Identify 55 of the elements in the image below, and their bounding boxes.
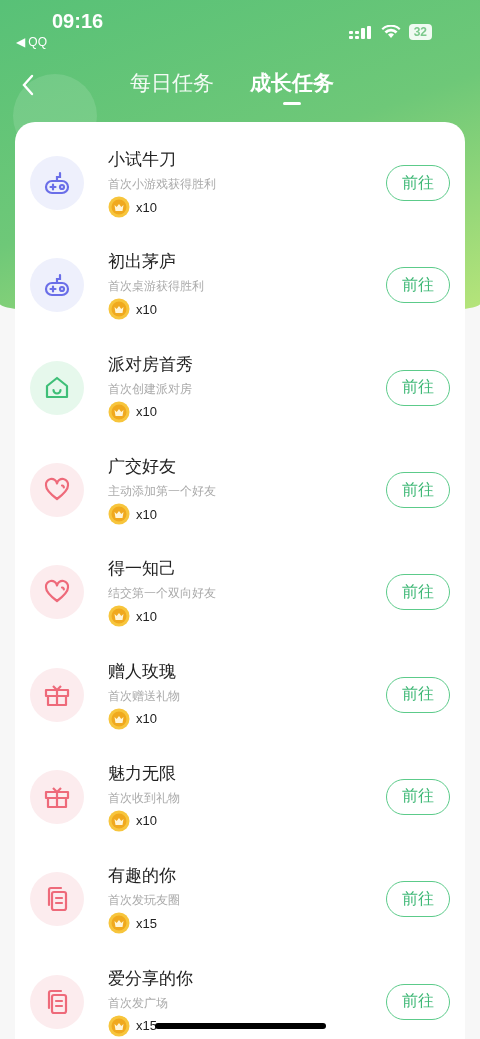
task-title: 广交好友: [108, 455, 177, 479]
task-description: 首次创建派对房: [108, 380, 193, 398]
task-title: 有趣的你: [108, 864, 177, 888]
task-description: 首次发广场: [108, 994, 169, 1012]
reward-amount: x15: [136, 915, 157, 931]
back-to-app-link[interactable]: ◀ QQ: [16, 35, 104, 49]
task-description: 首次小游戏获得胜利: [108, 176, 217, 194]
go-button[interactable]: 前往: [386, 369, 450, 406]
go-button[interactable]: 前往: [386, 472, 450, 509]
wifi-icon: [380, 25, 401, 39]
go-button[interactable]: 前往: [386, 165, 450, 202]
task-title: 爱分享的你: [108, 966, 194, 990]
reward-amount: x10: [136, 711, 157, 727]
back-button[interactable]: [20, 74, 36, 98]
task-title: 派对房首秀: [108, 352, 194, 376]
task-title: 初出茅庐: [108, 250, 177, 274]
coin-icon: [108, 298, 130, 321]
task-title: 小试牛刀: [108, 148, 177, 172]
coin-icon: [108, 400, 130, 423]
coin-icon: [108, 1014, 130, 1037]
status-time: 09:16: [52, 10, 104, 33]
task-description: 首次桌游获得胜利: [108, 278, 205, 296]
signal-icon: [348, 25, 373, 39]
go-button[interactable]: 前往: [386, 778, 450, 815]
go-button[interactable]: 前往: [386, 881, 450, 918]
task-description: 结交第一个双向好友: [108, 585, 217, 603]
house-icon: [30, 360, 84, 415]
coin-icon: [108, 912, 130, 935]
coin-icon: [108, 196, 130, 219]
task-description: 首次收到礼物: [108, 789, 181, 807]
reward-amount: x10: [136, 301, 157, 317]
go-button[interactable]: 前往: [386, 676, 450, 713]
reward-amount: x15: [136, 1018, 157, 1033]
reward-amount: x10: [136, 404, 157, 420]
coin-icon: [108, 707, 130, 730]
task-description: 首次赠送礼物: [108, 687, 181, 705]
tab[interactable]: 每日任务: [130, 69, 214, 105]
task-title: 得一知己: [108, 557, 177, 581]
coin-icon: [108, 605, 130, 628]
coin-icon: [108, 503, 130, 526]
task-description: 主动添加第一个好友: [108, 483, 217, 501]
document-icon: [30, 872, 84, 927]
task-title: 赠人玫瑰: [108, 659, 177, 683]
reward-amount: x10: [136, 813, 157, 829]
go-button[interactable]: 前往: [386, 267, 450, 304]
battery-indicator: 32: [408, 24, 432, 40]
reward-amount: x10: [136, 199, 157, 215]
coin-icon: [108, 809, 130, 832]
go-button[interactable]: 前往: [386, 574, 450, 611]
reward-amount: x10: [136, 608, 157, 624]
task-title: 魅力无限: [108, 761, 177, 785]
task-description: 首次发玩友圈: [108, 892, 181, 910]
tab[interactable]: 成长任务: [250, 69, 334, 105]
go-button[interactable]: 前往: [386, 983, 450, 1020]
reward-amount: x10: [136, 506, 157, 522]
